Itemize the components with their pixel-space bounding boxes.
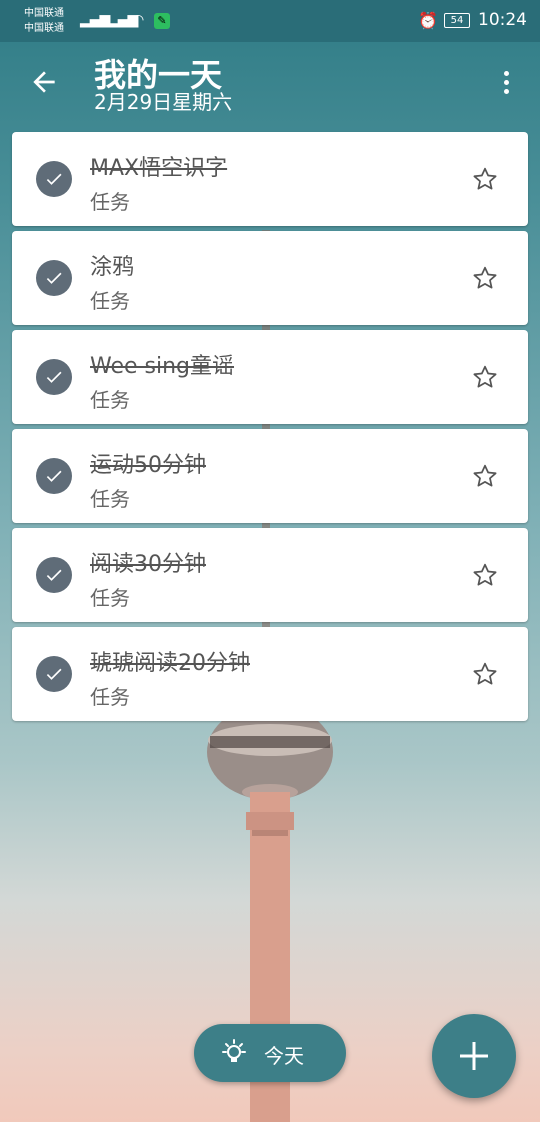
task-subtitle: 任务 <box>90 388 130 412</box>
task-title: 琥琥阅读20分钟 <box>90 651 250 676</box>
task-title: 涂鸦 <box>90 255 135 280</box>
carrier-1: 中国联通 <box>24 8 64 19</box>
wifi-icon: ◠ <box>132 12 144 28</box>
checkmark-icon[interactable] <box>36 161 72 197</box>
star-icon[interactable] <box>472 364 498 390</box>
checkmark-icon[interactable] <box>36 458 72 494</box>
checkmark-icon[interactable] <box>36 359 72 395</box>
task-item[interactable]: 阅读30分钟 任务 <box>12 528 528 622</box>
checkmark-icon[interactable] <box>36 656 72 692</box>
task-item[interactable]: Wee sing童谣 任务 <box>12 330 528 424</box>
checkmark-icon[interactable] <box>36 557 72 593</box>
task-subtitle: 任务 <box>90 586 130 610</box>
evernote-icon: ✎ <box>154 13 170 29</box>
task-title: 阅读30分钟 <box>90 552 206 577</box>
star-icon[interactable] <box>472 166 498 192</box>
page-subtitle: 2月29日星期六 <box>94 90 233 114</box>
checkmark-icon[interactable] <box>36 260 72 296</box>
task-item[interactable]: 琥琥阅读20分钟 任务 <box>12 627 528 721</box>
battery-icon: 54 <box>444 13 470 28</box>
today-label: 今天 <box>264 1044 304 1068</box>
task-subtitle: 任务 <box>90 685 130 709</box>
task-title: 运动50分钟 <box>90 453 206 478</box>
carrier-info: 中国联通 中国联通 <box>24 6 64 36</box>
back-arrow-icon[interactable] <box>28 66 60 98</box>
carrier-2: 中国联通 <box>24 23 64 34</box>
today-suggestions-button[interactable]: 今天 <box>194 1024 346 1082</box>
signal-icon: ▂▄▆ <box>80 12 110 28</box>
star-icon[interactable] <box>472 661 498 687</box>
task-subtitle: 任务 <box>90 289 130 313</box>
task-list: MAX悟空识字 任务 涂鸦 任务 Wee sing童谣 任务 运动50分钟 任务… <box>12 132 528 726</box>
lightbulb-icon <box>222 1039 246 1062</box>
task-subtitle: 任务 <box>90 487 130 511</box>
battery-level: 54 <box>450 15 464 26</box>
more-options-icon[interactable] <box>494 68 518 102</box>
task-item[interactable]: 涂鸦 任务 <box>12 231 528 325</box>
alarm-icon: ⏰ <box>418 11 438 30</box>
add-task-button[interactable] <box>432 1014 516 1098</box>
star-icon[interactable] <box>472 265 498 291</box>
task-item[interactable]: 运动50分钟 任务 <box>12 429 528 523</box>
star-icon[interactable] <box>472 562 498 588</box>
status-bar: 中国联通 中国联通 ▂▄▆ ▂▄▆ ◠ ✎ ⏰ 54 10:24 <box>0 0 540 42</box>
task-item[interactable]: MAX悟空识字 任务 <box>12 132 528 226</box>
clock: 10:24 <box>478 10 527 30</box>
task-subtitle: 任务 <box>90 190 130 214</box>
app-bar: 我的一天 2月29日星期六 <box>0 42 540 128</box>
plus-icon <box>460 1042 488 1070</box>
star-icon[interactable] <box>472 463 498 489</box>
task-title: MAX悟空识字 <box>90 156 228 181</box>
task-title: Wee sing童谣 <box>90 354 235 379</box>
